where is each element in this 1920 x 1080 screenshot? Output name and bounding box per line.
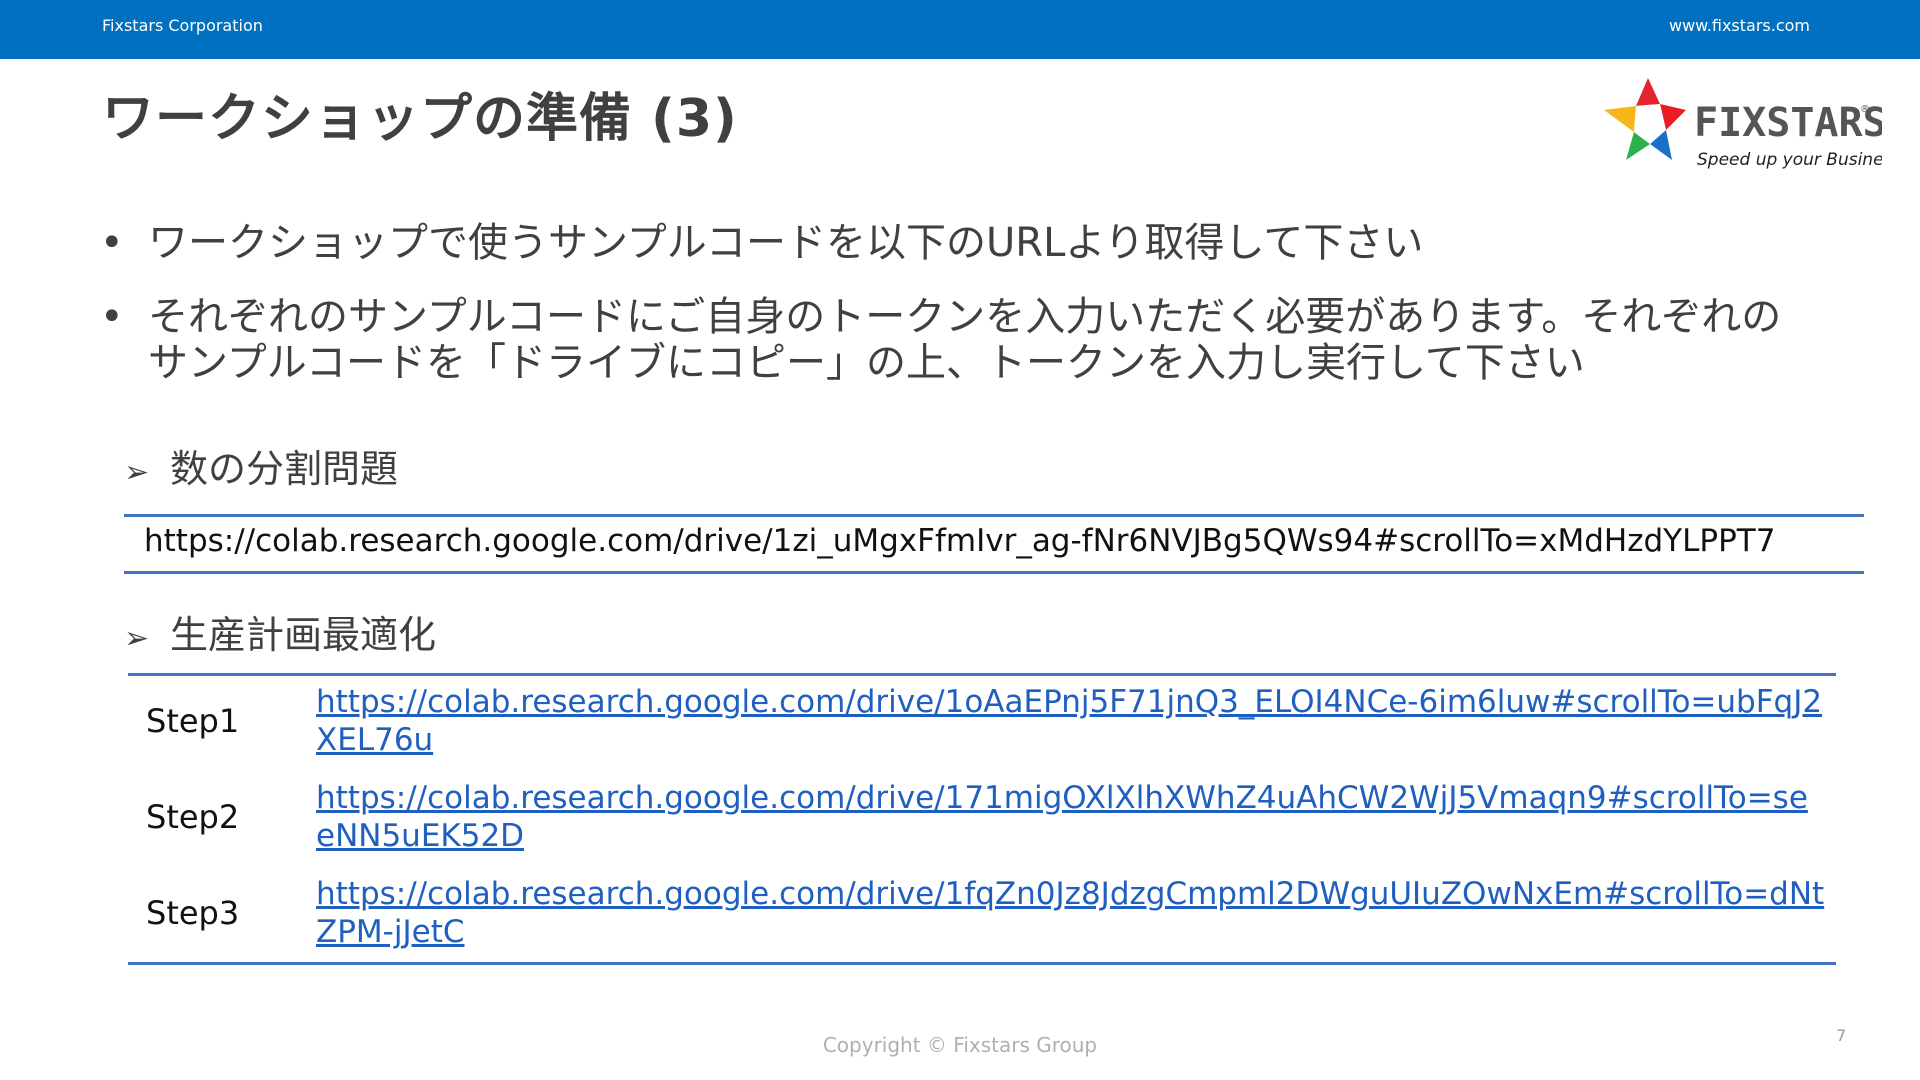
partition-url[interactable]: https://colab.research.google.com/drive/… [144,523,1775,559]
step-label: Step1 [146,702,240,740]
step-label: Step3 [146,894,240,932]
table-bottom-rule [128,962,1836,965]
table-top-rule [124,514,1864,517]
website-link[interactable]: www.fixstars.com [1669,16,1810,35]
svg-text:®: ® [1860,104,1870,115]
star-icon [1604,78,1686,160]
step-link[interactable]: https://colab.research.google.com/drive/… [316,683,1826,759]
table-bottom-rule [124,571,1864,574]
arrow-icon: ➢ [124,455,150,490]
fixstars-logo: FIXSTARS ® Speed up your Business [1600,74,1901,178]
company-name: Fixstars Corporation [102,16,263,35]
section-heading-partition: ➢ 数の分割問題 [124,447,399,491]
header-bar: Fixstars Corporation www.fixstars.com [0,0,1920,59]
logo-wordmark: FIXSTARS [1694,100,1882,146]
step-label: Step2 [146,798,240,836]
table-top-rule [128,673,1836,676]
logo-tagline: Speed up your Business [1697,150,1882,170]
page-number: 7 [1836,1026,1847,1045]
step-link[interactable]: https://colab.research.google.com/drive/… [316,875,1826,951]
arrow-icon: ➢ [124,621,150,656]
copyright: Copyright © Fixstars Group [822,1033,1098,1057]
step-link[interactable]: https://colab.research.google.com/drive/… [316,779,1826,855]
section-heading-production: ➢ 生産計画最適化 [124,613,437,657]
slide-title: ワークショップの準備 (3) [102,89,738,149]
